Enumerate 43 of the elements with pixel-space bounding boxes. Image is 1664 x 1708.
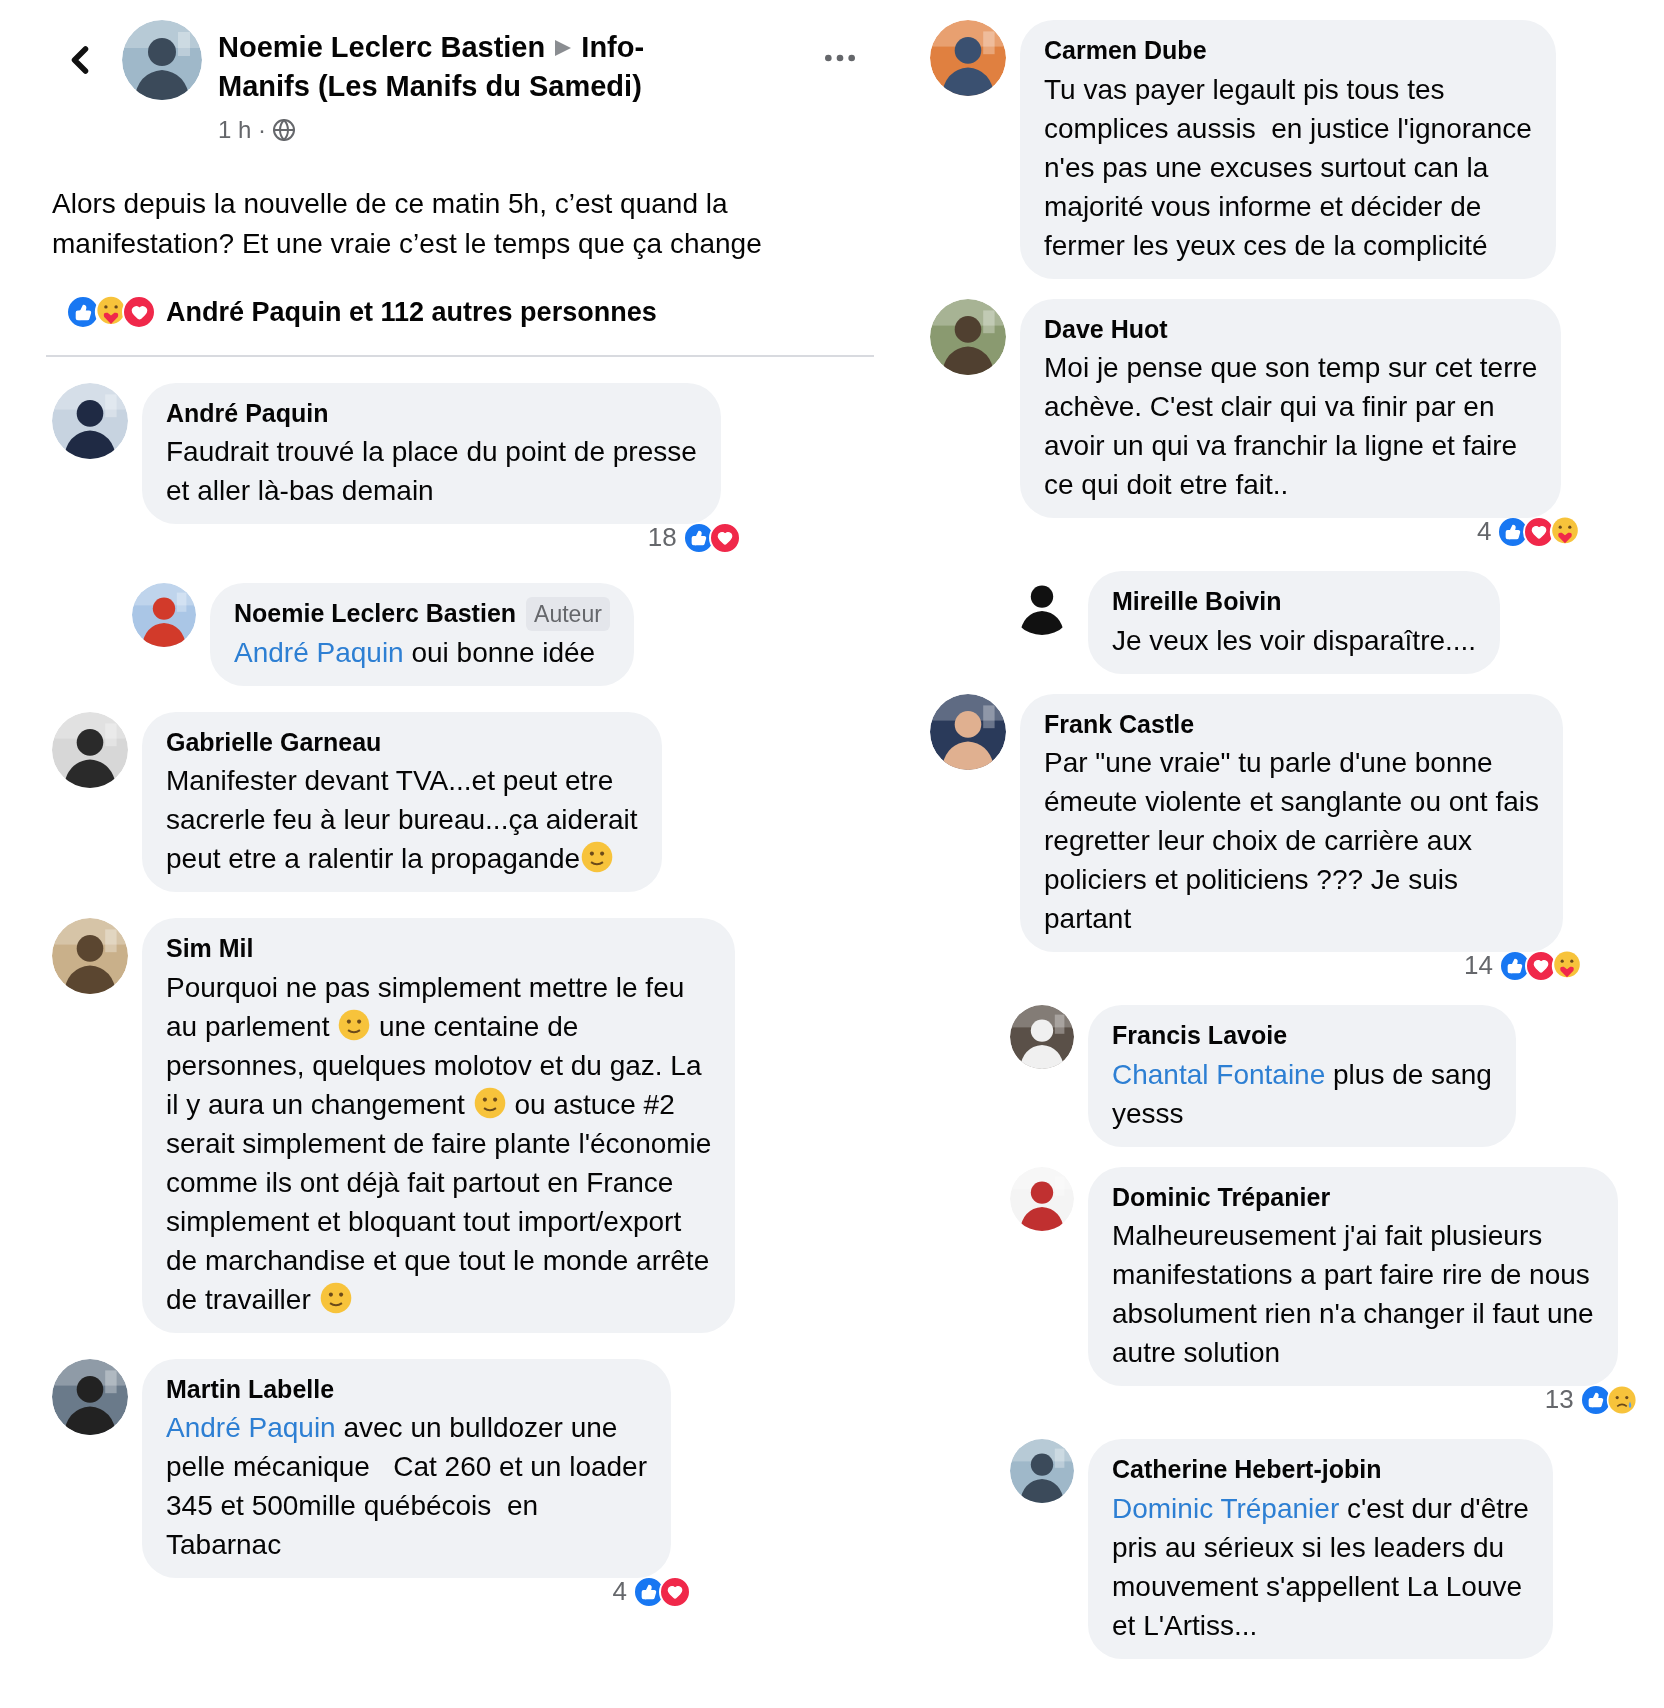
comment-author[interactable]: Dominic Trépanier <box>1112 1178 1331 1216</box>
comment-author[interactable]: Frank Castle <box>1044 705 1195 743</box>
comment-text: Faudrait trouvé la place du point de presse et aller là-bas demain <box>166 435 697 508</box>
comment-author[interactable]: Mireille Boivin <box>1112 583 1282 621</box>
comment-text: André Paquin oui bonne idée <box>234 635 597 670</box>
comment-author[interactable]: André Paquin <box>166 394 329 432</box>
comment-author[interactable]: Gabrielle Garneau <box>166 723 382 761</box>
comment-author[interactable]: Martin Labelle <box>166 1370 335 1408</box>
mention-link[interactable]: Dominic Trépanier <box>1112 1492 1340 1524</box>
reaction-count: 4 <box>612 1575 627 1608</box>
comment-author[interactable]: Catherine Hebert-jobin <box>1112 1451 1382 1489</box>
comment-text: Moi je pense que son temp sur cet terre achève. C'est clair qui va finir par en avoir un qui va franchir la ligne et faire ce qui doit etre fait.. <box>1044 351 1538 502</box>
comment-text: Manifester devant TVA...et peut etre sacrerle feu à leur bureau...ça aiderait peut etre a ralentir la propagande <box>166 764 638 876</box>
comment-author[interactable]: Noemie Leclerc Bastien <box>234 595 517 633</box>
comment-author[interactable]: Sim Mil <box>166 930 254 968</box>
post-text: Alors depuis la nouvelle de ce matin 5h, c’est quand la manifestation? Et une vraie c’est le temps que ça change <box>51 187 763 261</box>
comment-text: Je veux les voir disparaître.... <box>1112 623 1477 658</box>
post-title: Noemie Leclerc Bastien Info-Manifs (Les Manifs du Samedi) <box>218 30 646 104</box>
mention-link[interactable]: Chantal Fontaine <box>1112 1058 1326 1090</box>
author-badge: Auteur <box>526 596 610 631</box>
emoji-icon <box>318 1280 353 1315</box>
reaction-count: 4 <box>1476 515 1492 548</box>
reaction-count: 14 <box>1464 949 1493 982</box>
comment-text: André Paquin avec un bulldozer une pelle mécanique Cat 260 et un loader 345 et 500mille québécois en Tabarnac <box>166 1411 647 1562</box>
comment-text: Tu vas payer legault pis tous tes complices aussis en justice l'ignorance n'es pas une excuses surtout can la majorité vous informe et décider de fermer les yeux ces de la complicité <box>1044 72 1532 263</box>
comment-author[interactable]: Carmen Dube <box>1044 32 1207 70</box>
emoji-icon <box>337 1007 372 1042</box>
globe-icon <box>272 118 297 142</box>
reaction-count: 18 <box>647 521 677 554</box>
reaction-count: 13 <box>1544 1383 1574 1416</box>
mention-link[interactable]: André Paquin <box>166 1412 336 1443</box>
emoji-icon <box>580 840 615 874</box>
comment-text: Dominic Trépanier c'est dur d'être pris au sérieux si les leaders du mouvement s'appellent La Louve et L'Artiss... <box>1112 1491 1529 1643</box>
comment-author[interactable]: Francis Lavoie <box>1112 1017 1288 1055</box>
comment-text: Malheureusement j'ai fait plusieurs manifestations a part faire rire de nous absolument rien n'a changer il faut une autre solution <box>1112 1219 1594 1370</box>
mention-link[interactable]: André Paquin <box>234 636 404 668</box>
reactions-summary[interactable]: André Paquin et 112 autres personnes <box>166 292 657 333</box>
post-time: 1 h · <box>218 115 267 145</box>
comment-author[interactable]: Dave Huot <box>1044 310 1168 348</box>
comment-text: Par "une vraie" tu parle d'une bonne émeute violente et sanglante ou ont fais regretter leur choix de carrière aux policiers et politiciens ??? Je suis partant <box>1044 746 1539 936</box>
comment-text: Chantal Fontaine plus de sang yesss <box>1112 1057 1492 1131</box>
emoji-icon <box>472 1085 507 1120</box>
comment-text: Pourquoi ne pas simplement mettre le feu au parlement une centaine de personnes, quelques molotov et du gaz. La il y aura un changement ou astuce #2 serait simplement de faire plante l'économie comme ils ont déjà fait partout en France simplement et bloquant tout import/export de marchandise et que tout le monde arrête de travailler <box>166 970 712 1317</box>
